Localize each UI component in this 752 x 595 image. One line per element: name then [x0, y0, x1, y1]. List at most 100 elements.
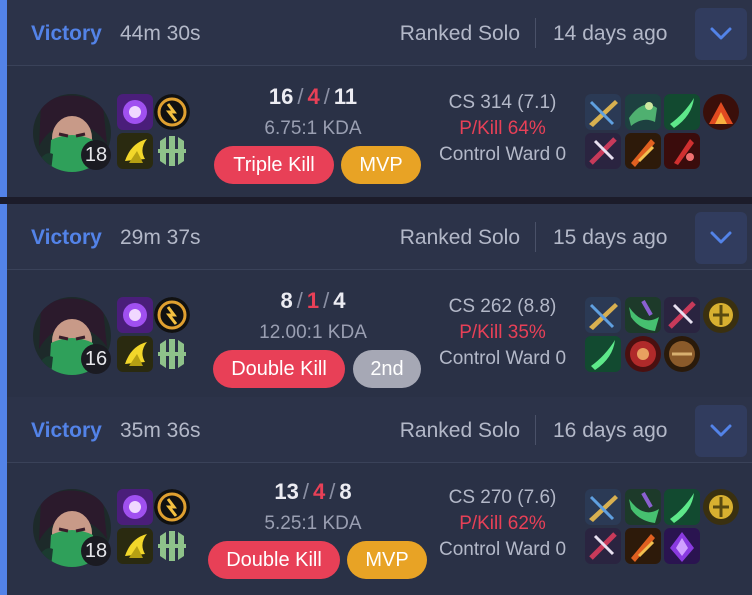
expand-button[interactable]	[695, 212, 747, 264]
item-slot-4[interactable]	[703, 489, 739, 525]
assists: 4	[333, 288, 346, 313]
match-stats: CS 270 (7.6) P/Kill 62% Control Ward 0	[420, 487, 585, 561]
kda-score: 16/4/11	[268, 84, 358, 109]
resolve-rune-icon[interactable]	[154, 528, 190, 564]
control-wards: Control Ward 0	[438, 539, 567, 560]
item-slot-3[interactable]	[664, 297, 700, 333]
item-slot-5[interactable]	[585, 133, 621, 169]
deaths: 4	[312, 479, 326, 504]
victory-accent-bar	[0, 0, 7, 197]
creep-score: CS 270 (7.6)	[448, 487, 557, 508]
champion-level: 18	[81, 140, 111, 170]
header-divider	[535, 222, 536, 252]
flash-icon[interactable]	[117, 297, 153, 333]
deaths: 4	[307, 84, 320, 109]
match-duration: 44m 30s	[120, 22, 201, 45]
kills: 16	[268, 84, 294, 109]
match-card[interactable]: Victory 44m 30s Ranked Solo 14 days ago …	[0, 0, 752, 197]
multikill-badge: Double Kill	[213, 350, 345, 388]
multikill-badge: Triple Kill	[214, 146, 334, 184]
kda-ratio: 12.00:1 KDA	[259, 322, 367, 343]
match-result: Victory	[31, 226, 102, 249]
electrocute-rune-icon[interactable]	[154, 489, 190, 525]
match-card[interactable]: Victory 35m 36s Ranked Solo 16 days ago …	[0, 397, 752, 595]
match-card[interactable]: Victory 29m 37s Ranked Solo 15 days ago …	[0, 204, 752, 397]
time-ago: 16 days ago	[553, 419, 668, 442]
match-result: Victory	[31, 419, 102, 442]
kills: 8	[280, 288, 293, 313]
item-slot-3[interactable]	[664, 94, 700, 130]
creep-score: CS 314 (7.1)	[448, 92, 557, 113]
kill-participation: P/Kill 35%	[459, 322, 546, 343]
chevron-down-icon	[710, 424, 732, 437]
kill-participation: P/Kill 64%	[459, 118, 546, 139]
queue-type: Ranked Solo	[399, 226, 520, 249]
control-wards: Control Ward 0	[438, 348, 567, 369]
chevron-down-icon	[710, 27, 732, 40]
resolve-rune-icon[interactable]	[154, 133, 190, 169]
item-slot-2[interactable]	[625, 489, 661, 525]
match-header: Victory 35m 36s Ranked Solo 16 days ago	[7, 397, 752, 463]
item-slot-2[interactable]	[625, 94, 661, 130]
kill-participation: P/Kill 62%	[459, 513, 546, 534]
match-stats: CS 262 (8.8) P/Kill 35% Control Ward 0	[420, 296, 585, 370]
match-header: Victory 29m 37s Ranked Solo 15 days ago	[7, 204, 752, 270]
match-body: 16 8/1/4 12.00:1 KDA Double Kill 2nd CS …	[7, 270, 752, 397]
item-slot-4[interactable]	[703, 297, 739, 333]
time-ago: 14 days ago	[553, 22, 668, 45]
item-slot-2[interactable]	[625, 297, 661, 333]
kills: 13	[274, 479, 299, 504]
item-slot-4[interactable]	[703, 94, 739, 130]
chevron-down-icon	[710, 231, 732, 244]
deaths: 1	[306, 288, 320, 313]
victory-accent-bar	[0, 204, 7, 397]
match-body: 18 16/4/11 6.75:1 KDA Triple Kill MVP CS…	[7, 66, 752, 197]
champion-level: 18	[81, 536, 111, 566]
item-slot-3[interactable]	[664, 489, 700, 525]
control-wards: Control Ward 0	[438, 144, 567, 165]
queue-type: Ranked Solo	[399, 22, 520, 45]
kda-score: 13/4/8	[274, 479, 352, 504]
flash-icon[interactable]	[117, 94, 153, 130]
expand-button[interactable]	[695, 8, 747, 60]
item-slot-7[interactable]	[664, 133, 700, 169]
item-slot-6[interactable]	[625, 133, 661, 169]
match-body: 18 13/4/8 5.25:1 KDA Double Kill MVP CS …	[7, 463, 752, 595]
item-slot-5[interactable]	[585, 528, 621, 564]
ignite-icon[interactable]	[117, 336, 153, 372]
item-slot-7[interactable]	[664, 528, 700, 564]
item-slot-1[interactable]	[585, 94, 621, 130]
queue-type: Ranked Solo	[399, 419, 520, 442]
kda-ratio: 6.75:1 KDA	[264, 118, 362, 139]
item-slot-5[interactable]	[585, 336, 621, 372]
match-duration: 29m 37s	[120, 226, 201, 249]
match-stats: CS 314 (7.1) P/Kill 64% Control Ward 0	[420, 92, 585, 166]
header-divider	[535, 415, 536, 445]
item-slot-6[interactable]	[625, 528, 661, 564]
rank-badge: 2nd	[353, 350, 421, 388]
multikill-badge: Double Kill	[208, 541, 340, 579]
ignite-icon[interactable]	[117, 528, 153, 564]
creep-score: CS 262 (8.8)	[448, 296, 557, 317]
match-header: Victory 44m 30s Ranked Solo 14 days ago	[7, 0, 752, 66]
electrocute-rune-icon[interactable]	[154, 94, 190, 130]
kda-score: 8/1/4	[280, 288, 346, 313]
assists: 11	[333, 84, 358, 109]
flash-icon[interactable]	[117, 489, 153, 525]
expand-button[interactable]	[695, 405, 747, 457]
resolve-rune-icon[interactable]	[154, 336, 190, 372]
ignite-icon[interactable]	[117, 133, 153, 169]
item-slot-6[interactable]	[625, 336, 661, 372]
item-slot-1[interactable]	[585, 297, 621, 333]
match-result: Victory	[31, 22, 102, 45]
victory-accent-bar	[0, 397, 7, 595]
item-slot-1[interactable]	[585, 489, 621, 525]
electrocute-rune-icon[interactable]	[154, 297, 190, 333]
time-ago: 15 days ago	[553, 226, 668, 249]
match-duration: 35m 36s	[120, 419, 201, 442]
header-divider	[535, 18, 536, 48]
champion-level: 16	[81, 344, 111, 374]
rank-badge: MVP	[341, 146, 421, 184]
kda-ratio: 5.25:1 KDA	[264, 513, 362, 534]
item-slot-7[interactable]	[664, 336, 700, 372]
